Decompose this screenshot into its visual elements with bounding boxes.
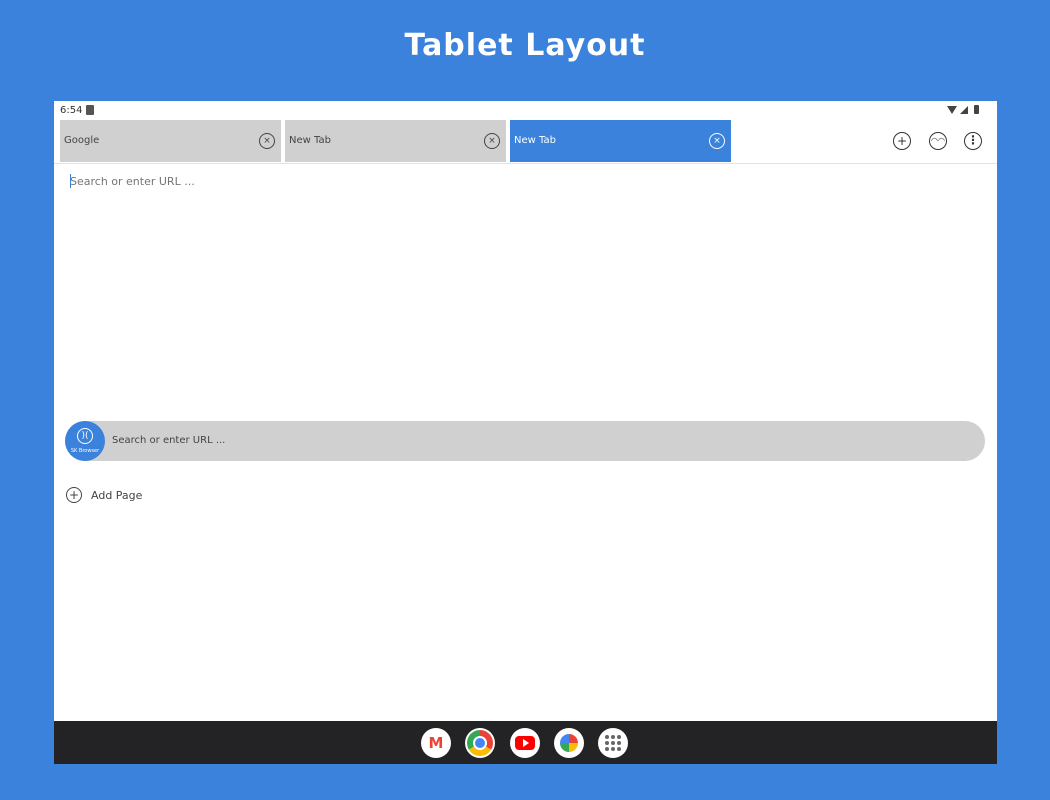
status-icons: [947, 105, 979, 114]
photos-icon[interactable]: [554, 728, 584, 758]
close-tab-icon[interactable]: ×: [709, 133, 725, 149]
app-dock: M: [54, 721, 997, 764]
search-pill[interactable]: )( SK Browser Search or enter URL ...: [65, 421, 985, 461]
status-bar: 6:54: [54, 101, 997, 119]
chrome-icon[interactable]: [465, 728, 495, 758]
text-caret: [70, 174, 71, 188]
close-tab-icon[interactable]: ×: [259, 133, 275, 149]
add-circle-icon: +: [66, 487, 82, 503]
sd-card-icon: [86, 105, 94, 115]
tablet-screen: 6:54 Google × New Tab × New Tab × + ◠◠ ⋮…: [54, 101, 997, 764]
signal-icon: [960, 105, 968, 114]
battery-icon: [974, 105, 979, 114]
add-page-button[interactable]: + Add Page: [66, 487, 142, 503]
incognito-icon[interactable]: ◠◠: [929, 132, 947, 150]
sk-browser-logo: )( SK Browser: [65, 421, 105, 461]
more-vert-icon[interactable]: ⋮: [964, 132, 982, 150]
new-tab-plus-icon[interactable]: +: [893, 132, 911, 150]
tab-label: New Tab: [514, 135, 556, 146]
status-time: 6:54: [60, 105, 83, 116]
logo-text: SK Browser: [70, 448, 100, 454]
logo-mark-icon: )(: [77, 428, 93, 444]
tab-new-tab-2-active[interactable]: New Tab ×: [510, 120, 731, 162]
add-page-label: Add Page: [91, 488, 143, 502]
app-drawer-icon[interactable]: [598, 728, 628, 758]
tab-new-tab-1[interactable]: New Tab ×: [285, 120, 506, 162]
tab-strip: Google × New Tab × New Tab × + ◠◠ ⋮: [54, 119, 997, 164]
youtube-icon[interactable]: [510, 728, 540, 758]
close-tab-icon[interactable]: ×: [484, 133, 500, 149]
url-input[interactable]: [70, 173, 670, 189]
gmail-icon[interactable]: M: [421, 728, 451, 758]
tab-label: New Tab: [289, 135, 331, 146]
search-pill-placeholder: Search or enter URL ...: [112, 435, 226, 446]
wifi-icon: [947, 105, 957, 114]
banner-title: Tablet Layout: [404, 28, 646, 63]
tab-label: Google: [64, 135, 100, 146]
tab-google[interactable]: Google ×: [60, 120, 281, 162]
